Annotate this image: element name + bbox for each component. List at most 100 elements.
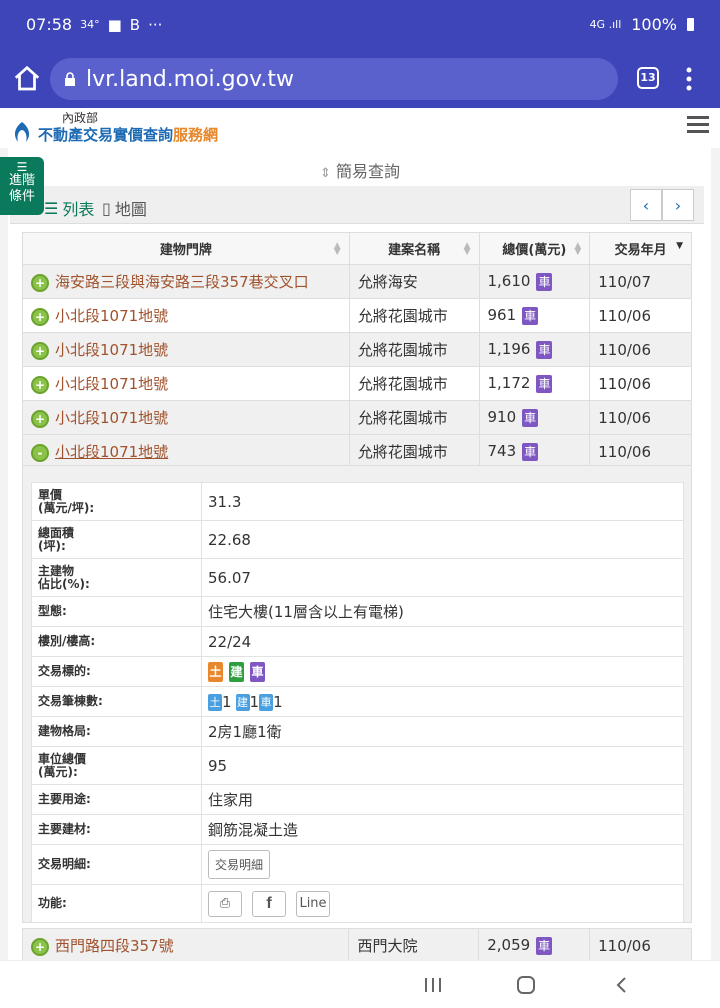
hamburger-menu-icon[interactable] (687, 116, 709, 134)
layout-value: 2房1廳1衛 (201, 716, 684, 747)
system-nav-bar (0, 960, 720, 1008)
advanced-filter-button[interactable]: ☰ 進階 條件 (0, 157, 44, 215)
layout-label: 建物格局: (31, 716, 202, 747)
site-header: 內政部 不動產交易實價查詢服務網 (0, 108, 720, 148)
col-address[interactable]: 建物門牌 ▲ ▼ (22, 232, 350, 265)
url-text: lvr.land.moi.gov.tw (86, 66, 294, 92)
parking-tag: 車 (536, 936, 553, 955)
expand-icon[interactable]: + (31, 273, 49, 292)
back-icon[interactable] (612, 975, 632, 995)
prev-page-button[interactable]: ‹ (630, 189, 662, 221)
map-view-tab[interactable]: ▯ 地圖 (102, 196, 147, 220)
row-project: 允將花園城市 (348, 400, 480, 435)
expand-icon[interactable]: + (31, 375, 49, 394)
browser-toolbar: lvr.land.moi.gov.tw 13 (0, 50, 720, 108)
expand-icon[interactable]: + (31, 307, 49, 326)
sort-icon: ▲ ▼ (574, 241, 582, 257)
table-row-expanded[interactable]: - 小北段1071地號 允將花園城市 743 車 110/06 (22, 434, 692, 469)
temperature: 34° (80, 18, 100, 31)
detail-label: 交易明細: (31, 844, 202, 885)
table-row[interactable]: + 海安路三段與海安路三段357巷交叉口 允將海安 1,610 車 110/07 (22, 264, 692, 299)
expand-icon[interactable]: + (31, 937, 49, 956)
table-row[interactable]: + 小北段1071地號 允將花園城市 910 車 110/06 (22, 400, 692, 435)
row-price-cell: 2,059 車 (478, 928, 591, 963)
col-project[interactable]: 建案名稱 ▲ ▼ (348, 232, 480, 265)
print-icon: ⎙ (219, 895, 231, 911)
parking-tag: 車 (250, 661, 265, 682)
tab-switcher-button[interactable]: 13 (637, 67, 659, 89)
col-date[interactable]: 交易年月 ▼ (589, 232, 692, 265)
site-logo[interactable]: 內政部 不動產交易實價查詢服務網 (10, 112, 218, 144)
row-project: 允將花園城市 (348, 298, 480, 333)
area-label: 總面積 (坪): (31, 520, 202, 559)
row-address[interactable]: 海安路三段與海安路三段357巷交叉口 (55, 273, 309, 291)
row-address[interactable]: 小北段1071地號 (55, 443, 168, 461)
function-label: 功能: (31, 884, 202, 923)
home-icon[interactable] (12, 64, 42, 94)
simple-query-toggle[interactable]: ⇕ 簡易查詢 (0, 158, 720, 182)
row-address[interactable]: 西門路四段357號 (55, 937, 174, 955)
row-price: 1,172 (487, 374, 531, 393)
list-view-tab[interactable]: ☰ 列表 (44, 196, 94, 220)
table-row[interactable]: + 小北段1071地號 允將花園城市 961 車 110/06 (22, 298, 692, 333)
table-row[interactable]: + 西門路四段357號 西門大院 2,059 車 110/06 (21, 928, 692, 963)
expand-icon[interactable]: + (31, 409, 49, 428)
logo-mark-icon (14, 122, 30, 142)
land-count: 1 (222, 692, 232, 711)
address-bar[interactable]: lvr.land.moi.gov.tw (50, 58, 618, 100)
row-price-cell: 961 車 (478, 298, 591, 333)
parking-tag: 車 (522, 306, 539, 325)
row-project: 允將花園城市 (348, 332, 480, 367)
target-label: 交易標的: (31, 656, 202, 687)
collapse-icon[interactable]: - (31, 443, 49, 462)
count-values: 土1建1車1 (201, 686, 684, 717)
line-share-button[interactable]: Line (296, 890, 330, 917)
row-date: 110/06 (589, 332, 692, 367)
recent-apps-icon[interactable] (424, 978, 442, 992)
row-address[interactable]: 小北段1071地號 (55, 307, 168, 325)
target-tags: 土建車 (201, 656, 684, 687)
col-price[interactable]: 總價(萬元) ▲ ▼ (478, 232, 591, 265)
detail-panel: 單價 (萬元/坪): 31.3 總面積 (坪): 22.68 主建物 佔比(%): 56.0… (22, 465, 692, 923)
use-label: 主要用途: (31, 784, 202, 815)
sort-icon: ▲ ▼ (463, 241, 471, 257)
material-label: 主要建材: (31, 814, 202, 845)
home-nav-icon[interactable] (517, 976, 535, 994)
row-price-cell: 1,610 車 (478, 264, 591, 299)
building-tag: 建 (229, 661, 244, 682)
count-label: 交易筆棟數: (31, 686, 202, 717)
facebook-share-button[interactable]: f (252, 890, 286, 917)
list-view-label: 列表 (62, 200, 95, 219)
menu-icon[interactable] (683, 64, 695, 94)
clock: 07:58 (26, 15, 73, 34)
parking-tag: 車 (536, 340, 553, 359)
table-row[interactable]: + 小北段1071地號 允將花園城市 1,196 車 110/06 (22, 332, 692, 367)
row-price: 1,196 (487, 340, 531, 359)
row-project: 允將花園城市 (348, 366, 480, 401)
bluetooth-icon: B (129, 15, 141, 34)
table-row[interactable]: + 小北段1071地號 允將花園城市 1,172 車 110/06 (22, 366, 692, 401)
floor-value: 22/24 (201, 626, 684, 657)
row-date: 110/07 (589, 264, 692, 299)
parking-tag: 車 (522, 442, 539, 461)
results-table-continued: + 西門路四段357號 西門大院 2,059 車 110/06 (21, 928, 692, 963)
battery-icon (687, 18, 694, 31)
parking-count-tag: 車 (259, 693, 274, 711)
parking-price-label: 車位總價 (萬元): (31, 746, 202, 785)
row-price: 961 (487, 306, 517, 325)
row-address[interactable]: 小北段1071地號 (55, 341, 168, 359)
parking-count: 1 (273, 692, 283, 711)
row-project: 允將花園城市 (348, 434, 480, 469)
expand-icon[interactable]: + (31, 341, 49, 360)
parking-tag: 車 (536, 374, 553, 393)
print-button[interactable]: ⎙ (208, 890, 242, 917)
transaction-detail-button[interactable]: 交易明細 (208, 850, 271, 879)
detail-table: 單價 (萬元/坪): 31.3 總面積 (坪): 22.68 主建物 佔比(%): 56.0… (31, 482, 684, 923)
battery-level: 100% (631, 15, 677, 34)
building-count-tag: 建 (235, 693, 250, 711)
material-value: 鋼筋混凝土造 (201, 814, 684, 845)
pager: ‹ › (630, 189, 694, 221)
next-page-button[interactable]: › (662, 189, 694, 221)
row-address[interactable]: 小北段1071地號 (55, 409, 168, 427)
row-address[interactable]: 小北段1071地號 (55, 375, 168, 393)
